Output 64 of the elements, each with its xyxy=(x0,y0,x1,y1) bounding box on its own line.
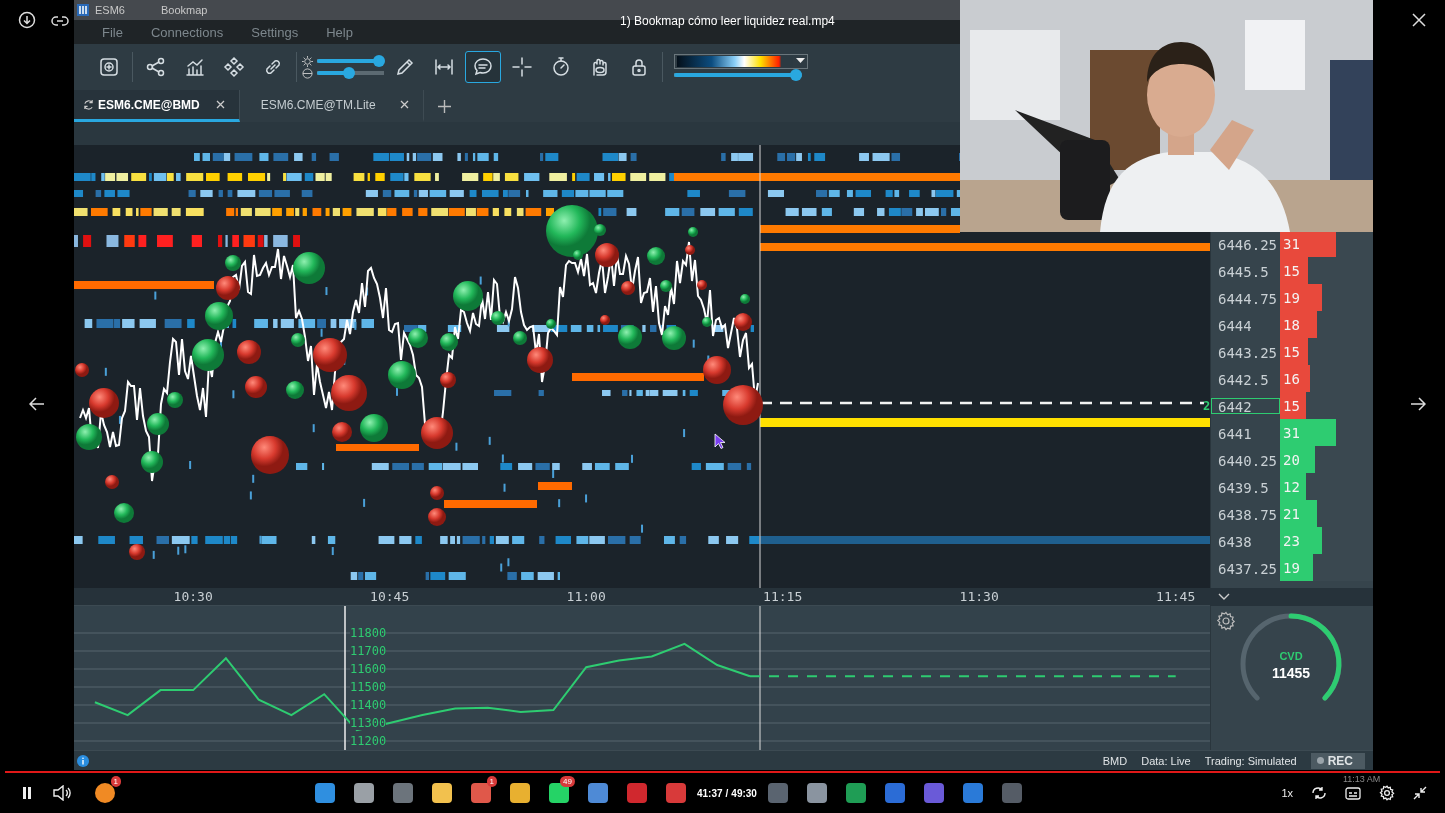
cvd-axis-label: 11400 xyxy=(350,698,387,712)
price-cell-text: 6444.75 xyxy=(1217,289,1278,306)
notification-badge: 1 xyxy=(110,776,121,787)
price-cell-text: 6437.25 xyxy=(1217,559,1278,576)
taskbar-clock: 11:13 AM xyxy=(1343,773,1381,784)
time-axis-label: 11:15 xyxy=(763,589,803,604)
size-cell-text: 15 xyxy=(1282,262,1300,279)
size-cell-text: 31 xyxy=(1282,424,1300,441)
tab-label: ESM6.CME@BMD xyxy=(98,97,200,112)
price-cell-text: 6438 xyxy=(1217,532,1253,549)
gauge-value: 11455 xyxy=(1270,665,1312,681)
record-button[interactable]: REC xyxy=(1310,752,1365,769)
cvd-axis-label: 11800 xyxy=(350,626,387,640)
current-price-marker: 2 xyxy=(1203,398,1211,413)
size-cell-text: 16 xyxy=(1282,370,1300,387)
size-cell-text: 15 xyxy=(1282,343,1300,360)
current-time: 41:37 xyxy=(697,787,723,799)
total-time: 49:30 xyxy=(731,787,757,799)
size-cell-text: 23 xyxy=(1282,532,1300,549)
price-cell-text: 6442.5 xyxy=(1217,370,1270,387)
gauge-label: CVD xyxy=(1278,650,1304,662)
connection-label: BMD xyxy=(1102,754,1128,767)
time-axis-label: 11:30 xyxy=(959,589,999,604)
price-cell-text: 6443.25 xyxy=(1217,343,1278,360)
price-cell-text: 6439.5 xyxy=(1217,478,1270,495)
price-cell: 6442 xyxy=(1211,397,1280,414)
menu-item[interactable]: Settings xyxy=(251,24,299,40)
price-cell-text: 6440.25 xyxy=(1217,451,1278,468)
price-cell-text: 6445.5 xyxy=(1217,262,1270,279)
size-cell-text: 12 xyxy=(1282,478,1300,495)
time-axis-label: 10:45 xyxy=(370,589,410,604)
time-axis-label: 11:45 xyxy=(1156,589,1196,604)
time-axis-label: 10:30 xyxy=(173,589,213,604)
size-cell-text: 15 xyxy=(1282,397,1300,414)
video-title: 1) Bookmap cómo leer liquidez real.mp4 xyxy=(620,14,835,28)
time-separator: / xyxy=(725,787,729,799)
price-cell-text: 6446.25 xyxy=(1217,235,1278,252)
trading-status: Trading: Simulated xyxy=(1204,754,1297,767)
price-cell-text: 6444 xyxy=(1217,316,1253,333)
instrument-tab[interactable]: ESM6.CME@BMD xyxy=(74,90,240,122)
cvd-axis-label: 11600 xyxy=(350,662,387,676)
size-cell-text: 19 xyxy=(1282,289,1300,306)
menu-item[interactable]: Help xyxy=(326,24,353,40)
cvd-axis-label: 11700 xyxy=(350,644,387,658)
window-symbol: ESM6 xyxy=(95,4,125,16)
cvd-axis-label: 11500 xyxy=(350,680,387,694)
menu-item[interactable]: File xyxy=(102,24,123,40)
notification-badge: 49 xyxy=(560,776,575,787)
size-cell-text: 20 xyxy=(1282,451,1300,468)
notification-badge: 1 xyxy=(486,776,497,787)
size-cell-text: 21 xyxy=(1282,505,1300,522)
data-status: Data: Live xyxy=(1141,754,1191,767)
menu-item[interactable]: Connections xyxy=(150,24,224,40)
cvd-axis-label: 11300 xyxy=(350,716,387,730)
size-cell-text: 19 xyxy=(1282,559,1300,576)
size-cell-text: 31 xyxy=(1282,235,1300,252)
playback-speed-button[interactable]: 1x xyxy=(1281,787,1293,799)
price-cell-text: 6438.75 xyxy=(1217,505,1278,522)
size-cell-text: 18 xyxy=(1282,316,1300,333)
tab-label: ESM6.CME@TM.Lite xyxy=(260,97,376,112)
cvd-axis-label: 11200 xyxy=(350,734,387,748)
price-cell-text: 6441 xyxy=(1217,424,1253,441)
window-title: Bookmap xyxy=(160,4,208,16)
time-axis-label: 11:00 xyxy=(566,589,606,604)
